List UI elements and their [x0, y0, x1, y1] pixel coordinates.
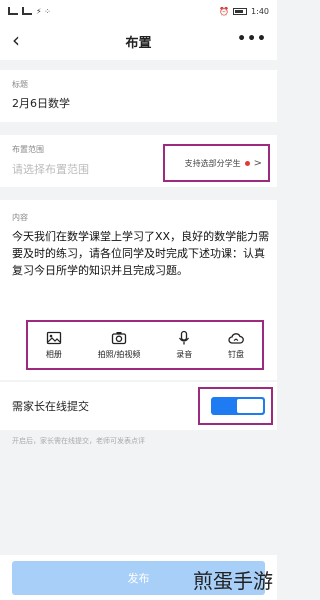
tool-drive[interactable]: 钉盘 — [228, 330, 244, 360]
content-text[interactable]: 今天我们在数学课堂上学习了XX，良好的数学能力需要及时的练习，请各位同学及时完成… — [12, 228, 270, 279]
title-value[interactable]: 2月6日数学 — [12, 95, 70, 111]
image-icon — [46, 331, 62, 345]
page-title: 布置 — [125, 35, 152, 51]
signal-icon-2 — [22, 7, 32, 15]
title-label: 标题 — [12, 80, 28, 89]
tool-camera[interactable]: 拍照/拍视频 — [97, 330, 141, 360]
microphone-icon — [179, 330, 190, 345]
tool-album[interactable]: 相册 — [46, 330, 62, 360]
parent-submit-label: 需家长在线提交 — [12, 400, 89, 413]
status-time: 1:40 — [251, 6, 269, 16]
title-card[interactable]: 标题 2月6日数学 — [0, 70, 277, 122]
tool-record[interactable]: 录音 — [176, 330, 192, 360]
nav-header: ‹ 布置 ••• — [0, 22, 277, 60]
signal-icon — [8, 7, 18, 15]
battery-icon — [233, 7, 248, 15]
tool-camera-label: 拍照/拍视频 — [97, 350, 141, 359]
status-icons: ⚡ ⁘ — [36, 6, 51, 16]
watermark-text: 煎蛋手游 — [193, 569, 273, 593]
red-dot-icon — [244, 160, 250, 166]
toggle-highlight — [198, 387, 273, 425]
parent-submit-hint: 开启后，家长需在线提交，老师可发表点评 — [12, 437, 145, 445]
back-icon[interactable]: ‹ — [12, 30, 20, 50]
more-dots-icon[interactable]: ••• — [237, 31, 267, 47]
cloud-icon — [228, 333, 244, 344]
status-left: ⚡ ⁘ — [8, 7, 51, 16]
camera-icon — [111, 332, 127, 345]
scope-placeholder[interactable]: 请选择布置范围 — [12, 161, 89, 177]
chevron-right-icon: > — [253, 157, 262, 169]
scope-label: 布置范围 — [12, 145, 44, 154]
support-text: 支持选部分学生 — [184, 158, 241, 168]
tool-record-label: 录音 — [176, 350, 193, 359]
attachment-toolbar: 相册 拍照/拍视频 录音 钉盘 — [26, 320, 264, 370]
status-right: ⏰ 1:40 — [219, 7, 269, 16]
tool-drive-label: 钉盘 — [228, 350, 245, 359]
parent-submit-row: 需家长在线提交 — [0, 382, 277, 430]
select-students-button[interactable]: 支持选部分学生 > — [163, 144, 270, 182]
tool-album-label: 相册 — [45, 350, 62, 359]
status-bar: ⚡ ⁘ ⏰ 1:40 — [0, 0, 277, 22]
content-label: 内容 — [12, 213, 28, 222]
toggle-knob — [237, 399, 263, 413]
parent-submit-toggle[interactable] — [211, 397, 265, 415]
alarm-icon: ⏰ — [219, 6, 230, 16]
